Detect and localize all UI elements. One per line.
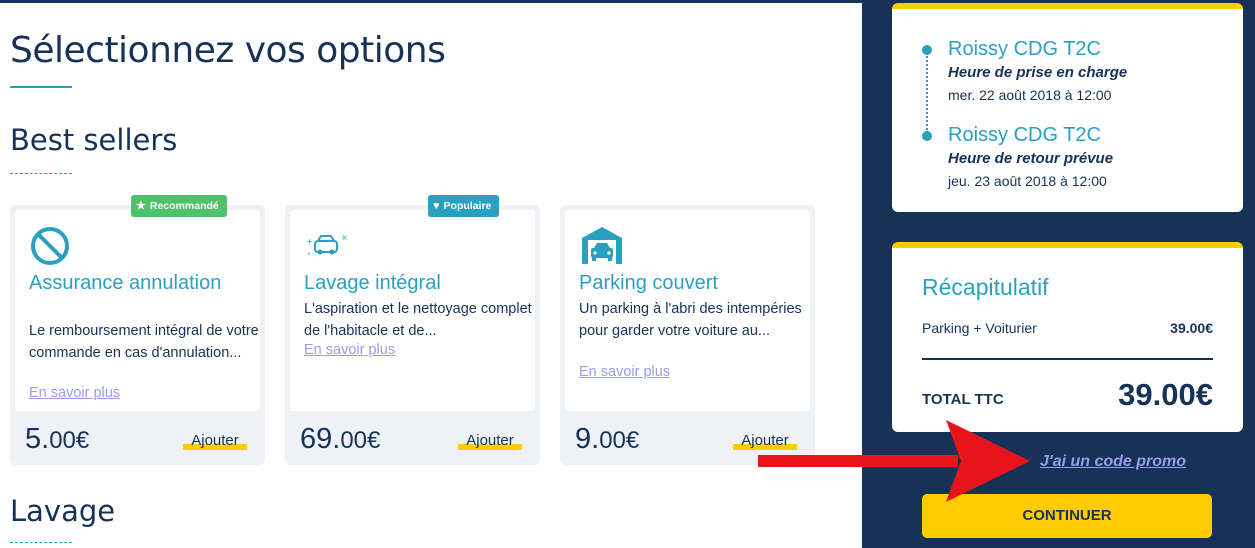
price: 69.00€ xyxy=(300,423,380,456)
annotation-arrow-icon xyxy=(756,418,1036,513)
price-int: 5. xyxy=(25,423,50,455)
title-underline xyxy=(10,86,72,88)
add-button[interactable]: Ajouter xyxy=(458,432,522,450)
card-body: Assurance annulation Le remboursement in… xyxy=(15,210,260,411)
svg-text:•: • xyxy=(307,251,311,258)
section-underline xyxy=(10,542,72,543)
badge-label: Recommandé xyxy=(149,200,219,212)
pickup-datetime: mer. 22 août 2018 à 12:00 xyxy=(948,87,1112,103)
card-description: Le remboursement intégral de votre comma… xyxy=(29,323,259,361)
total-value: 39.00€ xyxy=(1118,377,1213,412)
page-title: Sélectionnez vos options xyxy=(10,30,446,71)
option-card-lavage: + × • Lavage intégral L'aspiration et le… xyxy=(285,195,540,465)
return-label: Heure de retour prévue xyxy=(948,150,1114,167)
card-title: Assurance annulation xyxy=(29,272,222,294)
recap-line-label: Parking + Voiturier xyxy=(922,320,1037,336)
garage-car-icon xyxy=(579,224,625,271)
card-title: Lavage intégral xyxy=(304,272,441,294)
pickup-place: Roissy CDG T2C xyxy=(948,38,1101,60)
price-int: 69. xyxy=(300,423,341,455)
add-button[interactable]: Ajouter xyxy=(183,432,247,450)
price: 9.00€ xyxy=(575,423,639,456)
card-description: L'aspiration et le nettoyage complet de … xyxy=(304,301,532,339)
return-place: Roissy CDG T2C xyxy=(948,124,1101,146)
card-description: Un parking à l'abri des intempéries pour… xyxy=(579,301,802,339)
price-dec: 00€ xyxy=(599,427,640,454)
star-icon: ★ xyxy=(136,200,146,212)
section-title-best-sellers: Best sellers xyxy=(10,123,178,157)
car-wash-icon: + × • xyxy=(304,232,348,263)
section-underline xyxy=(10,173,72,174)
card-body: Parking couvert Un parking à l'abri des … xyxy=(565,210,810,411)
trip-summary: Roissy CDG T2C Heure de prise en charge … xyxy=(892,3,1243,212)
recap-line-value: 39.00€ xyxy=(1170,320,1213,336)
timeline-dot-icon xyxy=(922,131,932,141)
recap-title: Récapitulatif xyxy=(922,274,1049,300)
return-datetime: jeu. 23 août 2018 à 12:00 xyxy=(948,173,1107,189)
price-dec: 00€ xyxy=(340,427,381,454)
badge-populaire: ♥ Populaire xyxy=(428,195,500,217)
learn-more-link[interactable]: En savoir plus xyxy=(579,364,670,380)
price-dec: 00€ xyxy=(49,427,90,454)
timeline-dot-icon xyxy=(922,45,932,55)
badge-recommande: ★ Recommandé xyxy=(131,195,227,217)
recap-box: Récapitulatif Parking + Voiturier 39.00€… xyxy=(892,242,1243,432)
svg-text:×: × xyxy=(341,233,348,242)
promo-code-link[interactable]: J'ai un code promo xyxy=(1040,453,1186,471)
card-body: + × • Lavage intégral L'aspiration et le… xyxy=(290,210,535,411)
timeline-line xyxy=(926,49,928,133)
learn-more-link[interactable]: En savoir plus xyxy=(29,385,120,401)
option-card-assurance: Assurance annulation Le remboursement in… xyxy=(10,195,265,465)
price: 5.00€ xyxy=(25,423,89,456)
cancel-circle-icon xyxy=(29,225,71,272)
badge-label: Populaire xyxy=(443,200,492,212)
heart-icon: ♥ xyxy=(433,200,440,212)
top-border xyxy=(0,0,862,3)
section-title-lavage: Lavage xyxy=(10,494,116,528)
total-label: TOTAL TTC xyxy=(922,391,1004,408)
learn-more-link[interactable]: En savoir plus xyxy=(304,342,395,358)
recap-divider xyxy=(922,358,1213,360)
svg-text:+: + xyxy=(306,237,313,246)
card-title: Parking couvert xyxy=(579,272,718,294)
pickup-label: Heure de prise en charge xyxy=(948,64,1128,81)
price-int: 9. xyxy=(575,423,600,455)
